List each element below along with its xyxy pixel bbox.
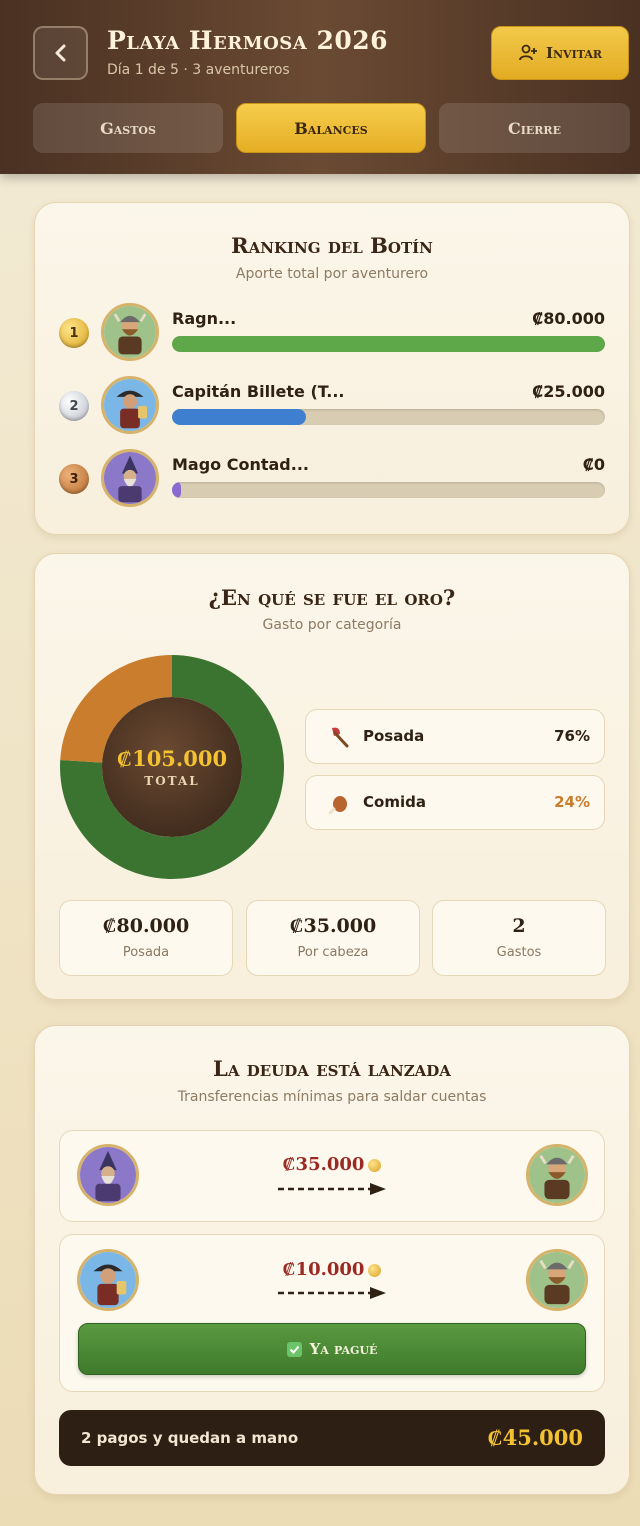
- ranking-name: Mago Contad...: [172, 455, 309, 474]
- legend-label: Comida: [363, 793, 426, 811]
- tab-cierre[interactable]: Cierre: [439, 103, 630, 153]
- mark-paid-label: Ya pagué: [309, 1340, 378, 1358]
- gold-medal-icon: 1: [59, 318, 89, 348]
- debts-title: La deuda está lanzada: [213, 1056, 451, 1081]
- app-header: Playa Hermosa 2026 Día 1 de 5 · 3 aventu…: [0, 0, 640, 174]
- ranking-amount: ₡0: [582, 455, 605, 474]
- contribution-bar: [172, 482, 605, 498]
- transfer-amount: ₡35.000: [60, 1154, 604, 1175]
- stat-posada: ₡80.000 Posada: [59, 900, 233, 976]
- chevron-left-icon: [55, 44, 65, 62]
- axe-icon: [332, 727, 349, 748]
- arrow-right-icon: [278, 1183, 386, 1195]
- mark-paid-button[interactable]: Ya pagué: [78, 1323, 586, 1375]
- ranking-name: Ragn...: [172, 309, 237, 328]
- stat-label: Posada: [122, 945, 170, 960]
- legend-percent: 76%: [554, 727, 590, 745]
- bronze-medal-icon: 3: [59, 464, 89, 494]
- viking-avatar: [526, 1249, 588, 1311]
- summary-total: ₡45.000: [487, 1425, 583, 1450]
- transfer-row: ₡35.000: [59, 1130, 605, 1222]
- back-button[interactable]: [33, 26, 88, 80]
- category-card: ¿En qué se fue el oro? Gasto por categor…: [34, 553, 630, 1000]
- legend-item-posada[interactable]: Posada 76%: [305, 709, 605, 764]
- coin-icon: [368, 1158, 382, 1172]
- checkbox-icon: [286, 1341, 302, 1357]
- wizard-avatar: [101, 449, 159, 507]
- stat-expense-count: 2 Gastos: [432, 900, 606, 976]
- silver-medal-icon: 2: [59, 391, 89, 421]
- legend-item-comida[interactable]: Comida 24%: [305, 775, 605, 830]
- stat-label: Gastos: [496, 945, 542, 960]
- arrow-right-icon: [278, 1287, 386, 1299]
- transfer-amount: ₡10.000: [60, 1259, 604, 1280]
- category-subtitle: Gasto por categoría: [262, 617, 402, 633]
- pirate-avatar: [101, 376, 159, 434]
- ranking-title: Ranking del Botín: [231, 233, 433, 258]
- category-title: ¿En qué se fue el oro?: [208, 585, 456, 610]
- donut-total-value: ₡105.000: [116, 746, 228, 771]
- ranking-amount: ₡25.000: [532, 382, 605, 401]
- stat-value: ₡80.000: [102, 915, 190, 937]
- contribution-bar-fill: [172, 482, 181, 498]
- donut-total-label: TOTAL: [144, 774, 200, 788]
- ranking-card: Ranking del Botín Aporte total por avent…: [34, 202, 630, 535]
- transfer-row: ₡10.000 Ya pagué: [59, 1234, 605, 1392]
- invite-button[interactable]: Invitar: [491, 26, 629, 80]
- stat-per-head: ₡35.000 Por cabeza: [246, 900, 420, 976]
- tab-bar: Gastos Balances Cierre: [33, 103, 630, 153]
- ranking-amount: ₡80.000: [532, 309, 605, 328]
- debts-summary: 2 pagos y quedan a mano ₡45.000: [59, 1410, 605, 1466]
- meat-icon: [328, 796, 347, 815]
- category-donut-chart: ₡105.000 TOTAL: [59, 654, 285, 880]
- ranking-name: Capitán Billete (T...: [172, 382, 345, 401]
- trip-title: Playa Hermosa 2026: [107, 26, 389, 55]
- invite-label: Invitar: [545, 44, 602, 62]
- contribution-bar-fill: [172, 409, 307, 425]
- stat-label: Por cabeza: [297, 945, 369, 960]
- ranking-row: 3 Mago Contad... ₡0: [59, 449, 605, 509]
- contribution-bar: [172, 409, 605, 425]
- trip-subtitle: Día 1 de 5 · 3 aventureros: [107, 62, 290, 78]
- legend-percent: 24%: [554, 793, 590, 811]
- ranking-row: 1 Ragn... ₡80.000: [59, 303, 605, 363]
- stat-value: ₡35.000: [289, 915, 377, 937]
- ranking-subtitle: Aporte total por aventurero: [235, 266, 429, 282]
- summary-text: 2 pagos y quedan a mano: [81, 1429, 299, 1447]
- viking-avatar: [526, 1144, 588, 1206]
- stat-value: 2: [512, 915, 526, 937]
- tab-balances[interactable]: Balances: [236, 103, 426, 153]
- debts-subtitle: Transferencias mínimas para saldar cuent…: [177, 1089, 487, 1105]
- add-user-icon: [519, 44, 537, 61]
- tab-gastos[interactable]: Gastos: [33, 103, 223, 153]
- contribution-bar-fill: [172, 336, 605, 352]
- ranking-row: 2 Capitán Billete (T... ₡25.000: [59, 376, 605, 436]
- debts-card: La deuda está lanzada Transferencias mín…: [34, 1025, 630, 1495]
- viking-avatar: [101, 303, 159, 361]
- coin-icon: [368, 1263, 382, 1277]
- contribution-bar: [172, 336, 605, 352]
- legend-label: Posada: [363, 727, 425, 745]
